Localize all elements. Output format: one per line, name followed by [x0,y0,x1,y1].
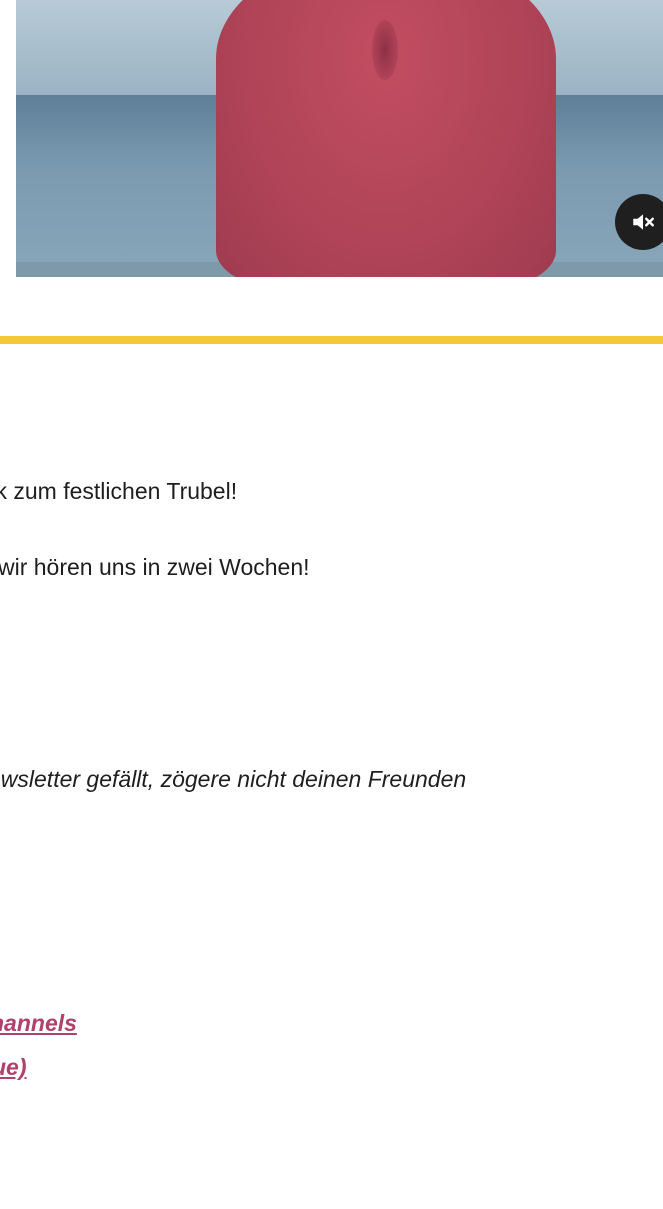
share-prompt-text: ewsletter gefällt, zögere nicht deinen F… [0,766,467,792]
channels-link[interactable]: hannels [0,1010,77,1037]
section-divider [0,336,663,344]
body-text-line: ck zum festlichen Trubel! [0,478,238,504]
video-figure-shade [372,20,398,80]
mute-button[interactable] [615,194,663,250]
newsletter-page: ck zum festlichen Trubel! wir hören uns … [0,0,663,1209]
body-text-line: wir hören uns in zwei Wochen! [0,554,310,580]
volume-muted-icon [633,214,654,230]
footer-link[interactable]: ue) [0,1054,27,1081]
video-player[interactable] [16,0,663,277]
